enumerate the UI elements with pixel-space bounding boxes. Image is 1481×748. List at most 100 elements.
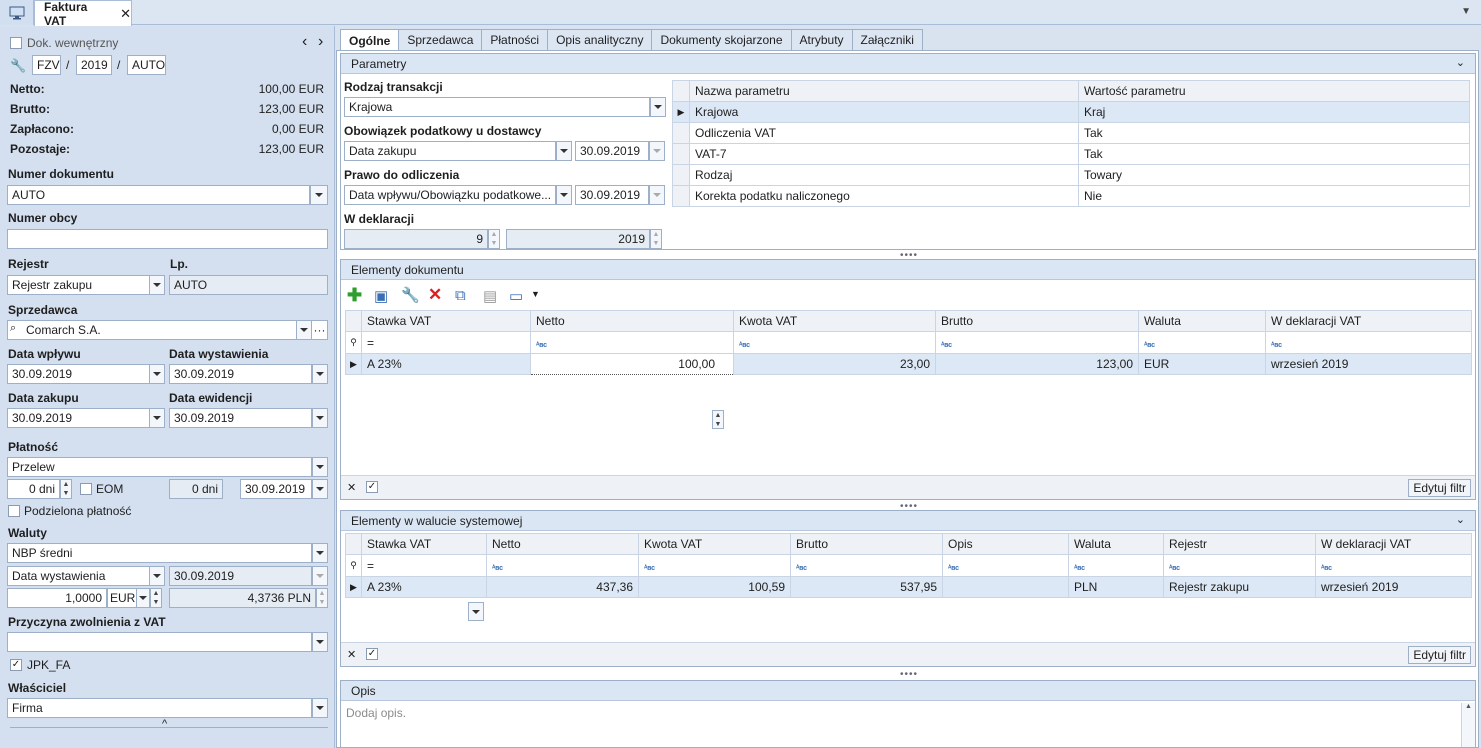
table-row[interactable]: VAT-7 Tak [672, 143, 1470, 165]
splitter-grip[interactable]: •••• [900, 669, 918, 680]
opis-textarea[interactable]: Dodaj opis. [342, 703, 1461, 747]
dok-wewnetrzny-checkbox[interactable] [10, 37, 22, 49]
table-row[interactable]: Rodzaj Towary [672, 164, 1470, 186]
termin-data-field[interactable]: 30.09.2019 [240, 479, 312, 499]
chevron-down-icon[interactable] [149, 275, 165, 295]
doc-year-field[interactable]: 2019 [76, 55, 112, 75]
column-header[interactable]: Stawka VAT [361, 533, 487, 555]
column-header[interactable]: Nazwa parametru [689, 80, 1079, 102]
chevron-down-icon[interactable] [149, 566, 165, 586]
column-header[interactable]: Brutto [790, 533, 943, 555]
rodzaj-transakcji-select[interactable]: Krajowa [344, 97, 650, 117]
filter-cell[interactable]: ᴬʙᴄ [733, 331, 936, 354]
table-row[interactable]: Odliczenia VAT Tak [672, 122, 1470, 144]
edit-filter-button[interactable]: Edytuj filtr [1408, 646, 1471, 664]
chevron-down-icon[interactable]: ⌄ [1456, 56, 1465, 69]
filter-cell[interactable]: ᴬʙᴄ [1068, 554, 1164, 577]
eraser-icon[interactable] [310, 185, 328, 205]
column-header[interactable]: Kwota VAT [733, 310, 936, 332]
numer-obcy-field[interactable] [7, 229, 328, 249]
chevron-down-icon[interactable] [296, 320, 312, 340]
copy-icon[interactable]: ⧉ [455, 287, 466, 304]
column-header[interactable]: Rejestr [1163, 533, 1316, 555]
prawo-date-field[interactable]: 30.09.2019 [575, 185, 649, 205]
filter-cell[interactable]: ᴬʙᴄ [486, 554, 639, 577]
close-icon[interactable]: ✕ [120, 6, 131, 22]
filter-cell[interactable]: ᴬʙᴄ [942, 554, 1069, 577]
chevron-down-icon[interactable] [136, 588, 150, 608]
stawka-vat-dropdown[interactable] [468, 602, 484, 621]
chevron-down-icon[interactable] [149, 408, 165, 428]
tab-sprzedawca[interactable]: Sprzedawca [399, 29, 483, 51]
tab-faktura-vat[interactable]: Faktura VAT ✕ [34, 0, 132, 28]
eom-checkbox[interactable] [80, 483, 92, 495]
column-header[interactable]: Brutto [935, 310, 1139, 332]
chevron-down-icon[interactable] [312, 632, 328, 652]
table-row[interactable]: ▶ A 23% 437,36 100,59 537,95 PLN Rejestr… [345, 576, 1472, 598]
tabs-dropdown-icon[interactable]: ▼ [1461, 6, 1471, 17]
parametry-header[interactable]: Parametry ⌄ [341, 54, 1475, 74]
chevron-down-icon[interactable] [312, 457, 328, 477]
filter-cell[interactable]: = [361, 554, 487, 577]
filter-cell[interactable]: ᴬʙᴄ [1138, 331, 1266, 354]
filter-cell[interactable]: ᴬʙᴄ [638, 554, 791, 577]
next-document-button[interactable]: › [318, 33, 323, 51]
chevron-down-icon[interactable] [556, 185, 572, 205]
wrench-icon[interactable]: 🔧 [10, 58, 26, 74]
data-wystawienia-field[interactable]: 30.09.2019 [169, 364, 312, 384]
clear-filter-icon[interactable]: ✕ [347, 648, 356, 661]
clear-filter-icon[interactable]: ✕ [347, 481, 356, 494]
data-ewidencji-field[interactable]: 30.09.2019 [169, 408, 312, 428]
column-header[interactable]: W deklaracji VAT [1265, 310, 1472, 332]
opis-scrollbar[interactable]: ▲ [1461, 703, 1475, 747]
prev-document-button[interactable]: ‹ [302, 33, 307, 51]
chevron-down-icon[interactable] [312, 408, 328, 428]
table-row[interactable]: ▶ A 23% 100,00 23,00 123,00 EUR wrzesień… [345, 353, 1472, 375]
chevron-down-icon[interactable]: ▼ [531, 289, 540, 299]
tab-dokumenty-skojarzone[interactable]: Dokumenty skojarzone [652, 29, 792, 51]
chevron-down-icon[interactable] [312, 364, 328, 384]
chevron-down-icon[interactable] [312, 543, 328, 563]
column-header[interactable]: Stawka VAT [361, 310, 531, 332]
wrench-icon[interactable]: 🔧 [401, 286, 420, 304]
column-header[interactable]: W deklaracji VAT [1315, 533, 1472, 555]
add-from-list-icon[interactable]: ▣ [374, 287, 388, 305]
kurs-waluta-select[interactable]: EUR [107, 588, 137, 608]
column-header[interactable]: Waluta [1138, 310, 1266, 332]
home-tab[interactable] [0, 0, 34, 25]
termin-dni-field[interactable]: 0 dni [7, 479, 60, 499]
jpk-fa-checkbox[interactable]: ✓ [10, 659, 22, 671]
termin-dni-spinner[interactable]: ▲ ▼ [60, 479, 72, 499]
filter-cell[interactable]: ᴬʙᴄ [530, 331, 734, 354]
filter-enabled-checkbox[interactable]: ✓ [366, 648, 378, 660]
tab-opis-analityczny[interactable]: Opis analityczny [548, 29, 653, 51]
prawo-select[interactable]: Data wpływu/Obowiązku podatkowe... [344, 185, 556, 205]
table-row[interactable]: Korekta podatku naliczonego Nie [672, 185, 1470, 207]
obowiazek-date-field[interactable]: 30.09.2019 [575, 141, 649, 161]
delete-icon[interactable]: ✕ [428, 285, 442, 305]
data-zakupu-field[interactable]: 30.09.2019 [7, 408, 150, 428]
tab-zalaczniki[interactable]: Załączniki [852, 29, 923, 51]
filter-cell[interactable]: ᴬʙᴄ [935, 331, 1139, 354]
collapse-panel-icon[interactable]: ^ [162, 718, 167, 730]
kurs-data-typ-select[interactable]: Data wystawienia [7, 566, 150, 586]
platnosc-select[interactable]: Przelew [7, 457, 312, 477]
filter-cell[interactable]: ᴬʙᴄ [1163, 554, 1316, 577]
chevron-down-icon[interactable] [312, 698, 328, 718]
chevron-down-icon[interactable]: ⌄ [1456, 513, 1465, 526]
kurs-mnoznik-field[interactable]: 1,0000 [7, 588, 107, 608]
column-header[interactable]: Netto [530, 310, 734, 332]
chevron-down-icon[interactable] [650, 97, 666, 117]
filter-view-icon[interactable]: ▭ [509, 287, 523, 305]
column-header[interactable]: Waluta [1068, 533, 1164, 555]
column-header[interactable]: Opis [942, 533, 1069, 555]
numer-dokumentu-field[interactable]: AUTO [7, 185, 310, 205]
doc-symbol-field[interactable]: FZV [32, 55, 61, 75]
column-header[interactable]: Netto [486, 533, 639, 555]
sprzedawca-more-button[interactable]: ··· [311, 320, 328, 340]
sprzedawca-field[interactable]: Comarch S.A. [7, 320, 297, 340]
filter-cell[interactable]: ᴬʙᴄ [1265, 331, 1472, 354]
netto-spinner[interactable]: ▲ ▼ [712, 410, 724, 429]
column-header[interactable]: Wartość parametru [1078, 80, 1470, 102]
rejestr-select[interactable]: Rejestr zakupu [7, 275, 150, 295]
